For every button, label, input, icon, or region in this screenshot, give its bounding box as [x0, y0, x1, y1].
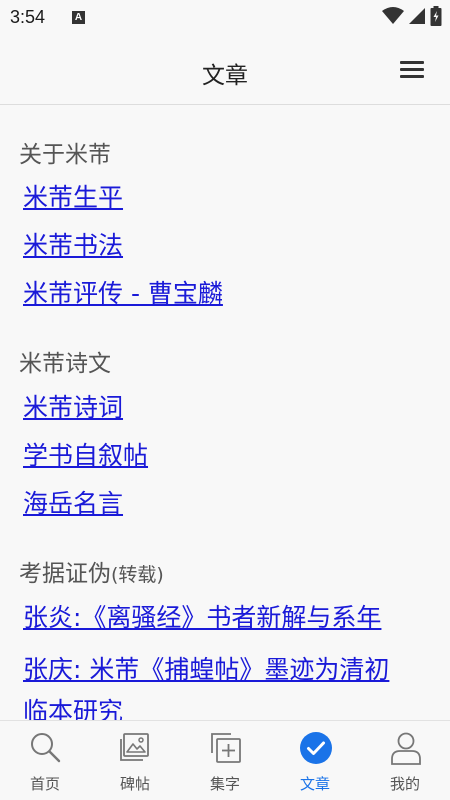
wifi-icon: [382, 7, 404, 24]
nav-articles[interactable]: 文章: [270, 721, 360, 800]
nav-label: 碑帖: [119, 775, 150, 793]
status-time: 3:54: [10, 7, 46, 27]
section-title-sub: (转载): [111, 564, 164, 586]
nav-profile[interactable]: 我的: [360, 721, 450, 800]
page-title: 文章: [202, 63, 248, 89]
status-bar: 3:54 A: [0, 0, 450, 36]
search-icon: [31, 733, 61, 763]
article-link[interactable]: 张炎:《离骚经》书者新解与系年: [23, 598, 381, 634]
section-title-text: 考据证伪: [19, 561, 111, 587]
app-bar: 文章: [0, 36, 450, 105]
section-title-research: 考据证伪(转载): [19, 554, 164, 588]
battery-icon: [430, 6, 442, 26]
article-link[interactable]: 米芾生平: [23, 178, 123, 214]
hamburger-menu-icon[interactable]: [400, 61, 424, 79]
article-link[interactable]: 海岳名言: [23, 484, 123, 520]
bottom-nav: 首页 碑帖 集字 文章 我的: [0, 720, 450, 800]
nav-rubbings[interactable]: 碑帖: [90, 721, 180, 800]
nav-label: 集字: [209, 775, 240, 793]
section-title-poems: 米芾诗文: [19, 351, 111, 377]
nav-label: 首页: [29, 775, 60, 793]
nav-label: 我的: [389, 775, 420, 793]
add-copy-icon: [211, 733, 241, 763]
section-title-about: 关于米芾: [19, 142, 111, 168]
article-link[interactable]: 米芾书法: [23, 226, 123, 262]
nav-label: 文章: [299, 775, 330, 793]
article-link[interactable]: 张庆: 米芾《捕蝗帖》墨迹为清初: [23, 650, 389, 686]
status-icons: [382, 6, 442, 26]
person-icon: [391, 732, 421, 765]
nav-home[interactable]: 首页: [0, 721, 90, 800]
image-icon: [120, 733, 149, 761]
cell-signal-icon: [409, 8, 425, 24]
article-link[interactable]: 米芾评传 - 曹宝麟: [23, 274, 223, 310]
article-link[interactable]: 学书自叙帖: [23, 436, 148, 472]
article-link[interactable]: 米芾诗词: [23, 388, 123, 424]
nav-collect-characters[interactable]: 集字: [180, 721, 270, 800]
notification-a-icon: A: [72, 11, 85, 24]
check-circle-icon: [300, 732, 332, 764]
article-link[interactable]: 临本研究: [23, 692, 123, 720]
article-list: 关于米芾 米芾生平 米芾书法 米芾评传 - 曹宝麟 米芾诗文 米芾诗词 学书自叙…: [0, 105, 450, 720]
